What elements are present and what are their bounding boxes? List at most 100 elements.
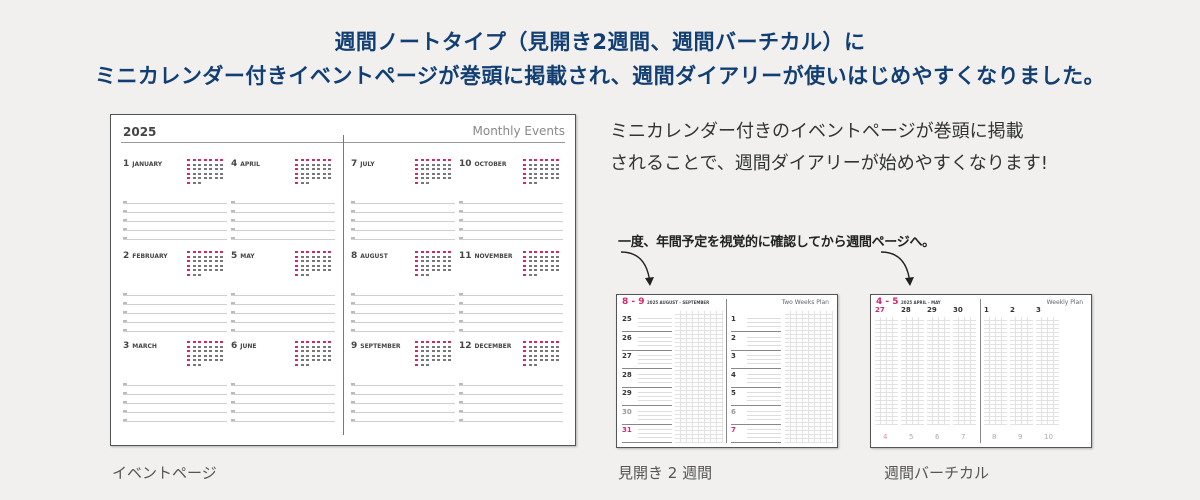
month-number: 2 xyxy=(123,251,130,261)
event-lines xyxy=(231,377,335,427)
month-heading: 10 OCTOBER xyxy=(459,159,507,169)
month-block: 4 APRIL xyxy=(231,159,335,247)
month-number: 6 xyxy=(231,341,238,351)
arrow-icon xyxy=(620,251,654,286)
day-separator xyxy=(731,442,781,443)
day-number: 3 xyxy=(731,352,736,360)
left-grid xyxy=(675,311,723,443)
day-separator xyxy=(622,331,672,332)
day-separator xyxy=(622,423,672,425)
hour-grid xyxy=(927,317,950,425)
next-week-number: 10 xyxy=(1044,433,1053,441)
weekday-number: 29 xyxy=(927,306,937,314)
note-lines xyxy=(747,426,781,441)
note-lines xyxy=(638,426,672,441)
mini-calendar xyxy=(415,251,455,281)
hour-grid xyxy=(1010,317,1033,425)
mini-calendar xyxy=(295,341,335,371)
hour-grid xyxy=(901,317,924,425)
month-block: 10 OCTOBER xyxy=(459,159,563,247)
month-block: 11 NOVEMBER xyxy=(459,251,563,339)
month-heading: 12 DECEMBER xyxy=(459,341,511,351)
month-heading: 9 SEPTEMBER xyxy=(351,341,401,351)
mini-calendar xyxy=(187,159,227,189)
mini-calendar xyxy=(295,159,335,189)
weekday-number: 3 xyxy=(1036,306,1041,314)
event-lines xyxy=(231,287,335,337)
next-week-number: 9 xyxy=(1018,433,1023,441)
weekly-vertical-page: 4 - 5 2025 APRIL - MAY Weekly Plan 27 28 2… xyxy=(870,294,1092,448)
month-block: 3 MARCH xyxy=(123,341,227,429)
note-lines xyxy=(638,370,672,386)
next-week-number: 6 xyxy=(935,433,940,441)
mini-calendar xyxy=(187,251,227,281)
month-number: 11 xyxy=(459,251,472,261)
description-line-1: ミニカレンダー付きのイベントページが巻頭に掲載 xyxy=(610,121,1024,142)
note-lines xyxy=(638,333,672,349)
day-number: 31 xyxy=(622,426,632,434)
note-lines xyxy=(747,352,781,367)
day-number: 30 xyxy=(622,407,632,416)
month-number: 10 xyxy=(459,159,472,169)
month-heading: 3 MARCH xyxy=(123,341,157,351)
month-number: 3 xyxy=(123,341,130,351)
headline-line-2: ミニカレンダー付きイベントページが巻頭に掲載され、週間ダイアリーが使いはじめやす… xyxy=(94,64,1106,88)
hour-grid xyxy=(984,317,1007,425)
month-name: JUNE xyxy=(240,343,257,350)
note-lines xyxy=(747,407,781,423)
month-number: 1 xyxy=(123,159,130,169)
day-number: 28 xyxy=(622,370,632,379)
weekly-subtitle: 2025 APRIL - MAY xyxy=(901,300,941,305)
month-heading: 4 APRIL xyxy=(231,159,260,169)
month-heading: 11 NOVEMBER xyxy=(459,251,513,261)
right-grid xyxy=(785,311,833,443)
month-heading: 8 AUGUST xyxy=(351,251,388,261)
event-lines xyxy=(123,377,227,427)
note-lines xyxy=(638,315,672,330)
caption-two-weeks: 見開き 2 週間 xyxy=(618,464,713,482)
day-number: 6 xyxy=(731,407,736,416)
month-heading: 6 JUNE xyxy=(231,341,257,351)
hour-grid xyxy=(875,317,898,425)
mini-calendar xyxy=(523,251,563,281)
day-number: 27 xyxy=(622,352,632,360)
month-name: SEPTEMBER xyxy=(360,343,401,350)
note-lines xyxy=(747,333,781,349)
monthly-title: Monthly Events xyxy=(472,124,566,138)
hour-grid xyxy=(953,317,976,425)
mini-calendar xyxy=(523,341,563,371)
month-number: 4 xyxy=(231,159,238,169)
center-divider xyxy=(343,135,344,435)
event-lines xyxy=(459,195,563,245)
day-separator xyxy=(622,386,672,388)
page-spine xyxy=(980,299,981,443)
monthly-year: 2025 xyxy=(123,125,157,139)
note-lines xyxy=(747,389,781,404)
event-lines xyxy=(351,377,455,427)
month-number: 9 xyxy=(351,341,358,351)
mini-calendar xyxy=(415,159,455,189)
month-number: 7 xyxy=(351,159,358,169)
mini-calendar xyxy=(187,341,227,371)
month-heading: 5 MAY xyxy=(231,251,255,261)
weekday-number: 1 xyxy=(984,306,989,314)
note-lines xyxy=(638,352,672,367)
month-block: 1 JANUARY xyxy=(123,159,227,247)
event-lines xyxy=(459,287,563,337)
month-block: 6 JUNE xyxy=(231,341,335,429)
month-name: OCTOBER xyxy=(474,161,507,168)
day-number: 29 xyxy=(622,389,632,397)
monthly-events-page: 2025 Monthly Events 1 JANUARY 4 APRIL 7 JULY 1… xyxy=(110,114,576,446)
two-weeks-title: Two Weeks Plan xyxy=(781,299,829,306)
event-lines xyxy=(351,287,455,337)
month-block: 9 SEPTEMBER xyxy=(351,341,455,429)
mini-calendar xyxy=(295,251,335,281)
arrow-icon xyxy=(880,251,914,286)
day-separator xyxy=(731,331,781,332)
month-heading: 7 JULY xyxy=(351,159,375,169)
event-lines xyxy=(459,377,563,427)
description-line-2: されることで、週間ダイアリーが始めやすくなります! xyxy=(610,153,1048,174)
month-name: JANUARY xyxy=(132,161,163,168)
day-separator xyxy=(622,349,672,351)
day-separator xyxy=(731,386,781,388)
